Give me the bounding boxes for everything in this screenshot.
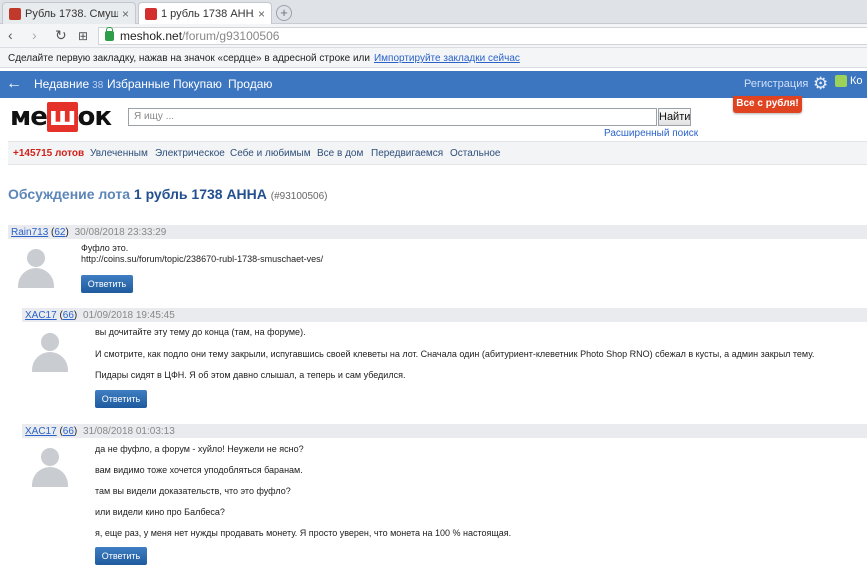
site-favicon-icon xyxy=(9,7,21,20)
comment-text: да не фуфло, а форум - хуйло! Неужели не… xyxy=(95,444,304,454)
tab-title: Рубль 1738. Смущает вес xyxy=(25,7,118,20)
logo-text: ок xyxy=(77,102,113,132)
author-rating-link[interactable]: 66 xyxy=(63,426,74,437)
site-logo[interactable]: мешок xyxy=(10,102,113,132)
avatar xyxy=(30,332,70,372)
nav-recent-label: Недавние xyxy=(34,77,90,91)
address-bar: ‹ › ↻ ⊞ meshok.net/forum/g93100506 xyxy=(0,24,867,48)
comment-author-link[interactable]: Rain713 xyxy=(11,227,48,238)
comment-header: Rain713 (62) 30/08/2018 23:33:29 xyxy=(8,225,867,239)
promo-badge[interactable]: Все с рубля! xyxy=(733,96,802,113)
lock-icon xyxy=(105,27,114,41)
logo-bag: ш xyxy=(46,102,78,132)
comment-text: И смотрите, как подло они тему закрыли, … xyxy=(95,349,815,359)
back-arrow-icon[interactable]: ← xyxy=(6,75,22,93)
nav-buying[interactable]: Покупаю xyxy=(173,77,222,91)
comment-header: XAC17 (66) 01/09/2018 19:45:45 xyxy=(22,308,867,322)
reply-button[interactable]: Ответить xyxy=(95,390,147,408)
title-prefix: Обсуждение лота xyxy=(8,186,130,202)
nav-selling[interactable]: Продаю xyxy=(228,77,272,91)
comment-text: вам видимо тоже хочется уподобляться бар… xyxy=(95,465,303,475)
gear-icon[interactable]: ⚙ xyxy=(813,74,828,94)
lot-id: (#93100506) xyxy=(270,191,328,202)
url-path: /forum/g93100506 xyxy=(182,29,280,43)
nav-recent[interactable]: Недавние 38 xyxy=(34,77,103,91)
category-link[interactable]: Остальное xyxy=(450,148,501,159)
browser-tab-bar: Рубль 1738. Смущает вес × 1 рубль 1738 А… xyxy=(0,0,867,24)
browser-tab[interactable]: Рубль 1738. Смущает вес × xyxy=(2,2,136,24)
author-rating-link[interactable]: 66 xyxy=(63,310,74,321)
apps-grid-icon[interactable]: ⊞ xyxy=(78,29,88,43)
category-link[interactable]: Себе и любимым xyxy=(230,148,311,159)
comment-date: 30/08/2018 23:33:29 xyxy=(74,227,167,238)
tab-title: 1 рубль 1738 АННА :: обс xyxy=(161,7,254,20)
comment-text: Фуфло это. xyxy=(81,243,129,253)
avatar xyxy=(30,447,70,487)
close-tab-icon[interactable]: × xyxy=(122,7,129,21)
reply-button[interactable]: Ответить xyxy=(95,547,147,565)
category-link[interactable]: Увлеченным xyxy=(90,148,148,159)
category-bar: +145715 лотов Увлеченным Электрическое С… xyxy=(8,141,867,165)
category-link[interactable]: Передвигаемся xyxy=(371,148,443,159)
url-host: meshok.net xyxy=(120,29,183,43)
lots-count[interactable]: +145715 лотов xyxy=(13,148,84,159)
lot-name-link[interactable]: 1 рубль 1738 АННА xyxy=(134,186,267,202)
forward-icon[interactable]: › xyxy=(32,27,37,43)
comment-header: XAC17 (66) 31/08/2018 01:03:13 xyxy=(22,424,867,438)
site-favicon-icon xyxy=(145,7,157,20)
new-tab-button[interactable]: + xyxy=(276,5,292,21)
back-icon[interactable]: ‹ xyxy=(8,27,13,43)
site-nav: ← Недавние 38 Избранные Покупаю Продаю Ре… xyxy=(0,71,867,98)
avatar xyxy=(16,248,56,288)
author-rating-link[interactable]: 62 xyxy=(54,227,65,238)
comment-text: или видели кино про Балбеса? xyxy=(95,507,225,517)
comment-author-link[interactable]: XAC17 xyxy=(25,426,57,437)
nav-recent-count: 38 xyxy=(92,80,104,91)
user-icon xyxy=(835,75,847,88)
reload-icon[interactable]: ↻ xyxy=(55,27,67,44)
browser-tab-active[interactable]: 1 рубль 1738 АННА :: обс × xyxy=(138,2,272,24)
comment-date: 01/09/2018 19:45:45 xyxy=(83,310,175,321)
close-tab-icon[interactable]: × xyxy=(258,7,265,21)
reply-button[interactable]: Ответить xyxy=(81,275,133,293)
user-label: Ко xyxy=(850,75,863,87)
find-button[interactable]: Найти xyxy=(658,108,691,126)
advanced-search-link[interactable]: Расширенный поиск xyxy=(604,128,698,139)
url-field[interactable]: meshok.net/forum/g93100506 xyxy=(98,27,867,45)
page-title: Обсуждение лота 1 рубль 1738 АННА (#9310… xyxy=(8,186,328,202)
search-input[interactable]: Я ищу ... xyxy=(128,108,657,126)
category-link[interactable]: Все в дом xyxy=(317,148,363,159)
category-link[interactable]: Электрическое xyxy=(155,148,225,159)
comment-date: 31/08/2018 01:03:13 xyxy=(83,426,175,437)
comment-author-link[interactable]: XAC17 xyxy=(25,310,57,321)
comment-text: Пидары сидят в ЦФН. Я об этом давно слыш… xyxy=(95,370,406,380)
import-bookmarks-link[interactable]: Импортируйте закладки сейчас xyxy=(374,53,520,64)
comment-text: там вы видели доказательств, что это фуф… xyxy=(95,486,291,496)
comment-text: вы дочитайте эту тему до конца (там, на … xyxy=(95,327,306,337)
user-menu[interactable]: Ко xyxy=(835,75,867,95)
nav-favorites[interactable]: Избранные xyxy=(107,77,170,91)
comment-link[interactable]: http://coins.su/forum/topic/238670-rubl-… xyxy=(81,254,323,264)
comment-text: я, еще раз, у меня нет нужды продавать м… xyxy=(95,528,512,538)
logo-text: ме xyxy=(10,102,48,132)
bookmark-hint-text: Сделайте первую закладку, нажав на значо… xyxy=(8,53,370,64)
bookmark-hint-bar: Сделайте первую закладку, нажав на значо… xyxy=(0,48,867,68)
register-link[interactable]: Регистрация xyxy=(744,78,808,90)
